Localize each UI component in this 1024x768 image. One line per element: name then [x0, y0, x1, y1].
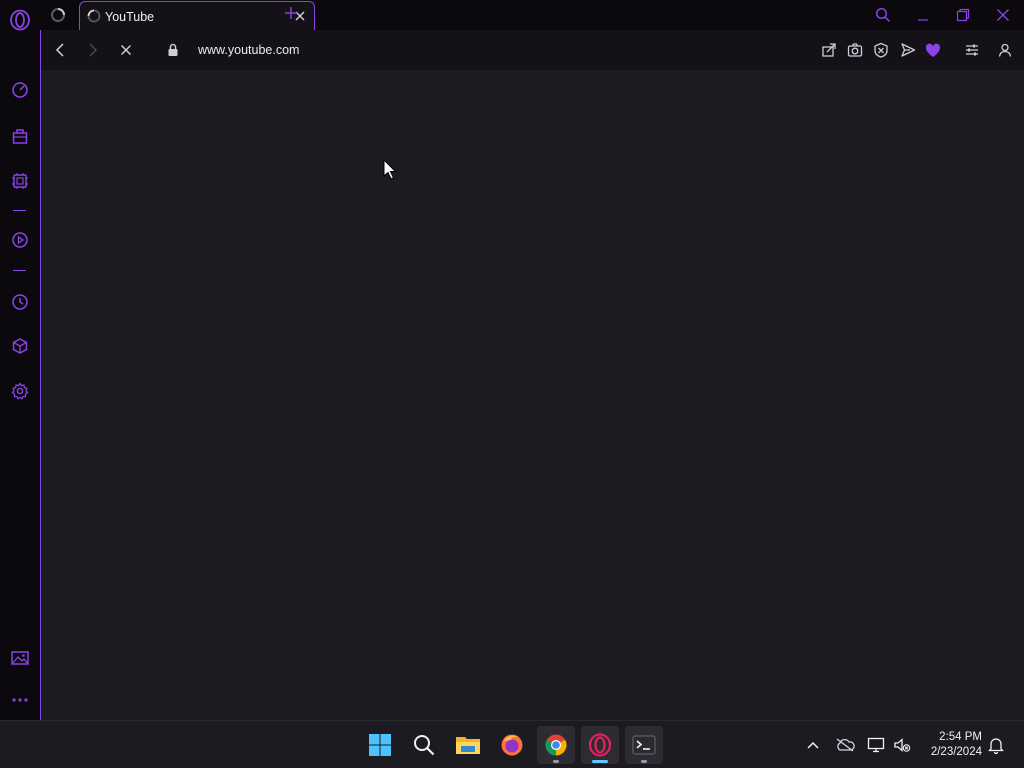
easy-setup-icon[interactable] [963, 41, 981, 59]
gx-control-icon[interactable] [9, 170, 31, 192]
taskbar-search-icon[interactable] [405, 726, 443, 764]
tab-title: YouTube [105, 10, 155, 24]
running-indicator [641, 760, 647, 763]
active-indicator [592, 760, 608, 763]
address-bar: www.youtube.com [40, 30, 1024, 70]
tab-strip: YouTube [40, 0, 1024, 31]
player-icon[interactable] [9, 229, 31, 251]
send-icon[interactable] [899, 41, 917, 59]
chevron-up-icon[interactable] [803, 735, 823, 755]
volume-muted-icon[interactable] [892, 735, 912, 755]
taskbar: 2:54 PM 2/23/2024 [0, 720, 1024, 768]
search-tabs-icon[interactable] [874, 6, 892, 24]
snapshot-icon[interactable] [846, 41, 864, 59]
settings-icon[interactable] [9, 380, 31, 402]
terminal-icon[interactable] [625, 726, 663, 764]
adblock-icon[interactable] [872, 41, 890, 59]
share-icon[interactable] [820, 41, 838, 59]
opera-gx-taskbar-icon[interactable] [581, 726, 619, 764]
mouse-cursor-icon [383, 159, 397, 181]
running-indicator [553, 760, 559, 763]
clock[interactable]: 2:54 PM 2/23/2024 [931, 730, 982, 760]
restore-button[interactable] [954, 6, 972, 24]
tab-loading-icon [87, 9, 101, 23]
notification-bell-icon[interactable] [986, 735, 1006, 755]
shopping-bag-icon[interactable] [9, 125, 31, 147]
stop-loading-button[interactable] [117, 41, 135, 59]
chrome-icon[interactable] [537, 726, 575, 764]
opera-logo-icon[interactable] [9, 9, 31, 31]
firefox-icon[interactable] [493, 726, 531, 764]
onedrive-icon[interactable] [835, 735, 855, 755]
network-icon[interactable] [866, 735, 886, 755]
url-field[interactable]: www.youtube.com [198, 43, 299, 57]
sidebar [0, 0, 40, 720]
lock-icon[interactable] [164, 41, 182, 59]
tab-youtube[interactable]: YouTube [79, 1, 315, 31]
more-icon[interactable] [9, 689, 31, 711]
my-flow-icon[interactable] [924, 41, 942, 59]
start-button[interactable] [361, 726, 399, 764]
close-window-button[interactable] [994, 6, 1012, 24]
minimize-button[interactable] [914, 6, 932, 24]
extensions-icon[interactable] [9, 335, 31, 357]
profile-icon[interactable] [996, 41, 1014, 59]
new-tab-icon[interactable] [284, 6, 298, 20]
file-explorer-icon[interactable] [449, 726, 487, 764]
sidebar-divider [13, 210, 26, 211]
gallery-icon[interactable] [9, 647, 31, 669]
history-icon[interactable] [9, 291, 31, 313]
page-content-area[interactable] [40, 70, 1024, 720]
loading-spinner-icon [50, 7, 66, 23]
back-button[interactable] [51, 41, 69, 59]
sidebar-divider [13, 270, 26, 271]
clock-date: 2/23/2024 [930, 746, 982, 758]
speed-dial-icon[interactable] [9, 79, 31, 101]
forward-button[interactable] [84, 41, 102, 59]
clock-time: 2:54 PM [939, 731, 982, 743]
